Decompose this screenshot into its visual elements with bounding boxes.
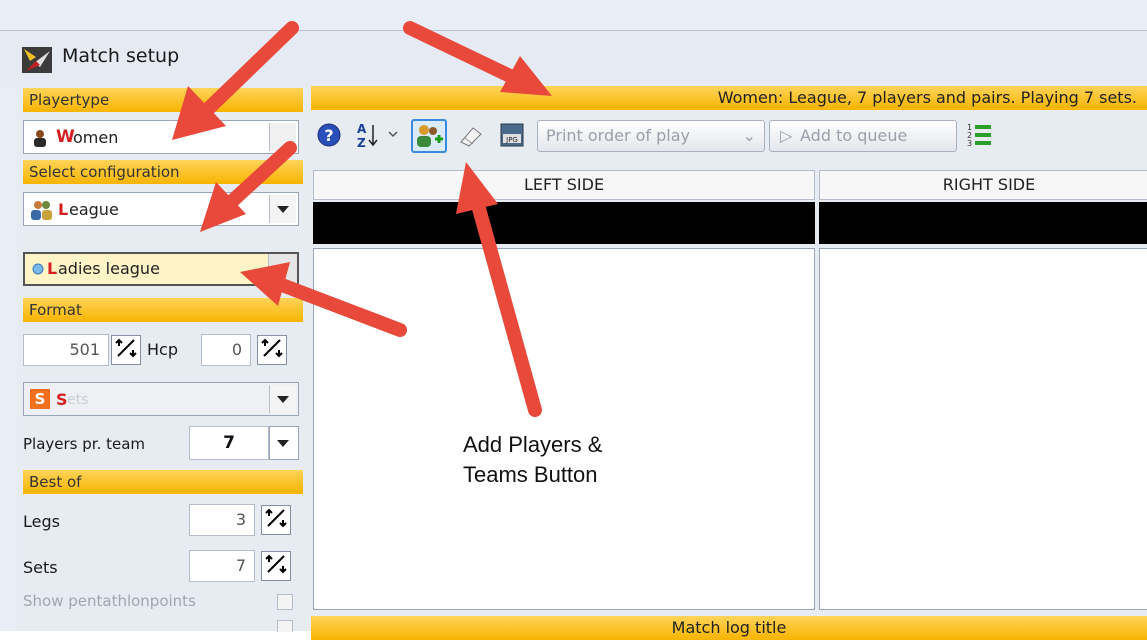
config-header: Select configuration [23,160,303,184]
sidebar: Playertype W omen Select configuration L… [17,86,307,632]
sets-field[interactable]: 7 [189,550,255,582]
league-select[interactable]: L adies league [23,252,299,286]
right-side-header: RIGHT SIDE [819,170,1147,200]
legs-spinner[interactable] [261,505,291,535]
format-header: Format [23,298,303,322]
sort-az-icon: A Z [357,122,398,150]
hcp-label: Hcp [147,340,178,359]
league-dropdown-button[interactable] [268,254,297,284]
pentathlon-label: Show pentathlonpoints [23,592,196,610]
jpeg-icon: JPG [500,123,524,147]
players-dropdown-button[interactable] [269,426,299,460]
help-button[interactable]: ? [315,120,345,152]
right-side-bar [819,202,1147,244]
mode-initial: S [56,390,68,409]
title-bar: Match setup [0,30,1147,87]
chevron-down-icon [277,440,289,447]
players-field[interactable]: 7 [189,426,269,460]
second-checkbox[interactable] [277,620,293,632]
mode-select[interactable]: S S ets [23,382,299,416]
play-icon: ▷ [780,126,793,145]
spin-arrows-icon [115,338,137,358]
window-title: Match setup [62,45,180,67]
svg-text:3: 3 [967,139,972,148]
score-spinner[interactable] [111,335,141,365]
config-initial: L [58,200,69,219]
pentathlon-checkbox[interactable] [277,594,293,610]
main-panel: Women: League, 7 players and pairs. Play… [307,86,1147,640]
playertype-select[interactable]: W omen [23,120,299,154]
toolbar: ? A Z JPG Print order of play ⌄ ▷ Add to… [311,116,1147,156]
spin-arrows-icon [261,338,283,358]
spin-arrows-icon [265,508,287,528]
annotation-label: Add Players & Teams Button [463,430,602,490]
league-rest: adies league [58,259,160,278]
darts-app-icon [22,47,52,73]
match-log-title-header: Match log title [311,616,1147,640]
playertype-initial: W [56,127,75,147]
spin-arrows-icon [265,554,287,574]
chevron-down-icon: ⌄ [742,126,756,145]
sets-badge-icon: S [30,389,50,409]
legs-label: Legs [23,512,60,531]
person-icon [34,130,46,147]
svg-text:?: ? [324,126,333,145]
players-label: Players pr. team [23,435,146,453]
svg-text:A: A [357,122,367,136]
playertype-header: Playertype [23,88,303,112]
add-to-queue-button[interactable]: ▷ Add to queue [769,120,957,152]
eraser-button[interactable] [455,120,487,152]
config-rest: eague [69,200,119,219]
playertype-rest: omen [73,128,119,147]
jpeg-export-button[interactable]: JPG [495,120,531,152]
playertype-clear-button[interactable] [269,123,296,151]
config-select[interactable]: L eague [23,192,299,226]
numbered-list-icon: 1 2 3 [967,123,991,148]
add-players-teams-button[interactable] [411,119,447,153]
score-field[interactable]: 501 [23,334,109,366]
print-order-label: Print order of play [546,126,691,145]
left-side-list[interactable] [313,248,815,610]
print-order-button[interactable]: Print order of play ⌄ [537,120,765,152]
annotation-line-2: Teams Button [463,462,598,487]
add-players-teams-icon [417,125,443,147]
radio-dot-icon [32,263,44,275]
legs-field[interactable]: 3 [189,504,255,536]
config-dropdown-button[interactable] [269,195,296,223]
help-icon: ? [317,123,341,147]
numbered-list-button[interactable]: 1 2 3 [965,120,999,152]
sort-button[interactable]: A Z [355,120,405,152]
hcp-field[interactable]: 0 [201,334,251,366]
left-side-bar [313,202,815,244]
sets-spinner[interactable] [261,551,291,581]
left-side-header: LEFT SIDE [313,170,815,200]
group-icon [31,201,52,220]
mode-rest: ets [67,392,89,408]
right-side-list[interactable] [819,248,1147,610]
app-frame: Match setup Playertype W omen Select con… [0,0,1147,640]
annotation-line-1: Add Players & [463,432,603,457]
mode-dropdown-button[interactable] [269,385,296,413]
sets-label: Sets [23,558,58,577]
svg-text:JPG: JPG [505,136,518,144]
match-status-bar: Women: League, 7 players and pairs. Play… [311,86,1147,110]
bestof-header: Best of [23,470,303,494]
eraser-icon [460,127,482,147]
add-to-queue-label: Add to queue [800,126,908,145]
hcp-spinner[interactable] [257,335,287,365]
league-initial: L [47,259,58,278]
svg-text:Z: Z [357,136,366,150]
